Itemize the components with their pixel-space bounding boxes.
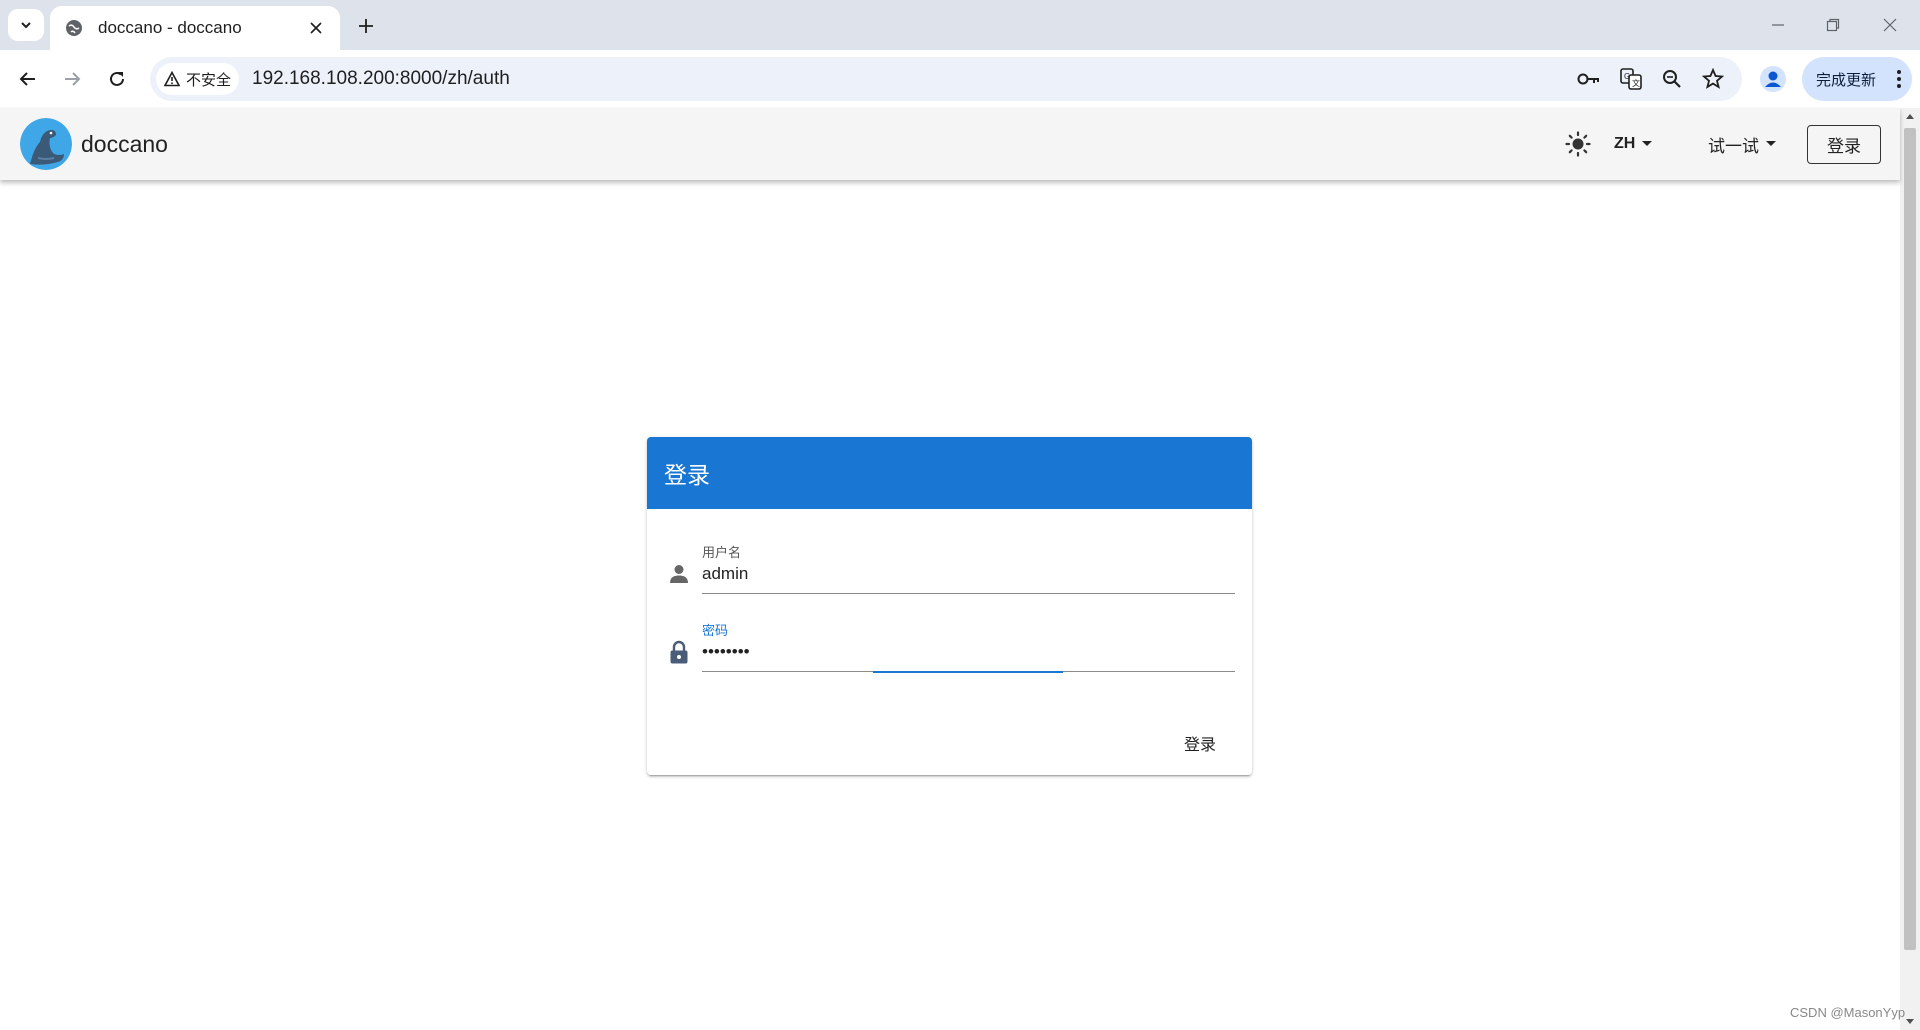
- sun-icon: [1565, 131, 1591, 157]
- update-label: 完成更新: [1816, 71, 1877, 89]
- user-icon: [665, 560, 693, 588]
- username-field[interactable]: 用户名: [665, 536, 1235, 596]
- arrow-left-icon: [19, 72, 35, 86]
- browser-tab[interactable]: doccano - doccano: [50, 6, 340, 50]
- restore-icon: [1826, 18, 1840, 32]
- back-button[interactable]: [12, 63, 44, 95]
- page-scrollbar[interactable]: [1900, 108, 1920, 1030]
- warning-icon: [164, 71, 180, 87]
- globe-icon: [64, 18, 84, 38]
- chevron-down-icon: [21, 22, 31, 29]
- plus-icon: [359, 19, 373, 33]
- minimize-window-button[interactable]: [1758, 10, 1798, 40]
- login-card: 登录 用户名 密码 登录: [647, 437, 1252, 775]
- zoom-icon[interactable]: [1657, 64, 1687, 94]
- scroll-down-arrow-icon[interactable]: [1905, 1018, 1915, 1026]
- browser-toolbar: 不安全 192.168.108.200:8000/zh/auth G文 完成更新: [0, 50, 1920, 108]
- security-indicator[interactable]: 不安全: [156, 63, 240, 95]
- browser-tabstrip: doccano - doccano: [0, 0, 1920, 50]
- tab-title: doccano - doccano: [98, 18, 242, 37]
- bookmark-star-icon[interactable]: [1698, 64, 1728, 94]
- minimize-icon: [1772, 24, 1784, 26]
- reload-button[interactable]: [101, 63, 133, 95]
- password-input[interactable]: [702, 638, 1235, 666]
- language-label: ZH: [1614, 135, 1636, 152]
- language-menu-button[interactable]: ZH: [1614, 126, 1653, 162]
- scrollbar-thumb[interactable]: [1904, 128, 1916, 950]
- app-bar: doccano ZH 试一试 登录: [0, 108, 1900, 180]
- login-card-title: 登录: [664, 462, 710, 488]
- update-button[interactable]: 完成更新: [1802, 57, 1912, 101]
- theme-toggle-button[interactable]: [1560, 126, 1596, 162]
- demo-menu-button[interactable]: 试一试: [1708, 126, 1777, 162]
- restore-window-button[interactable]: [1813, 10, 1853, 40]
- scroll-up-arrow-icon[interactable]: [1905, 112, 1915, 120]
- tab-search-button[interactable]: [8, 9, 44, 41]
- close-window-button[interactable]: [1870, 10, 1910, 40]
- arrow-right-icon: [65, 72, 81, 86]
- address-bar[interactable]: 不安全 192.168.108.200:8000/zh/auth G文: [150, 57, 1742, 101]
- close-tab-icon[interactable]: [304, 16, 328, 40]
- login-submit-button[interactable]: 登录: [1164, 725, 1236, 761]
- caret-down-icon: [1766, 141, 1776, 146]
- url-text[interactable]: 192.168.108.200:8000/zh/auth: [252, 57, 510, 101]
- caret-down-icon: [1642, 141, 1653, 146]
- svg-text:文: 文: [1632, 78, 1640, 88]
- lock-icon: [665, 638, 693, 666]
- password-field[interactable]: 密码: [665, 614, 1235, 674]
- close-icon: [1883, 18, 1897, 32]
- username-input[interactable]: [702, 560, 1235, 588]
- username-underline: [702, 593, 1235, 594]
- header-login-button[interactable]: 登录: [1807, 125, 1881, 164]
- svg-text:G: G: [1624, 72, 1630, 81]
- password-label: 密码: [702, 623, 729, 638]
- username-label: 用户名: [702, 545, 742, 560]
- translate-icon[interactable]: G文: [1616, 64, 1646, 94]
- reload-icon: [110, 71, 124, 86]
- security-label: 不安全: [186, 71, 232, 89]
- profile-avatar-icon[interactable]: [1757, 63, 1789, 95]
- app-title[interactable]: doccano: [81, 108, 168, 180]
- watermark-text: CSDN @MasonYyp: [1790, 1005, 1906, 1020]
- new-tab-button[interactable]: [352, 12, 380, 40]
- login-card-header: 登录: [647, 437, 1252, 509]
- doccano-logo[interactable]: [20, 118, 72, 170]
- forward-button[interactable]: [56, 63, 88, 95]
- password-focus-underline: [873, 671, 1063, 673]
- more-menu-icon: [1897, 70, 1901, 88]
- demo-label: 试一试: [1708, 136, 1759, 156]
- password-key-icon[interactable]: [1574, 64, 1604, 94]
